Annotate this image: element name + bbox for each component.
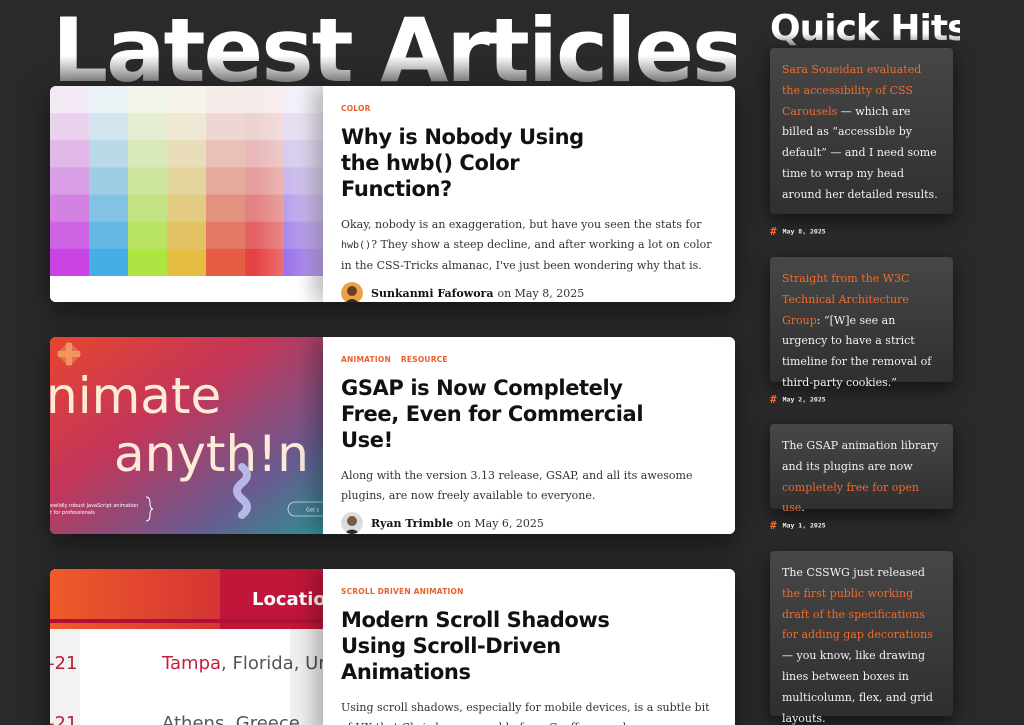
article-byline: Sunkanmi Fafowora on May 8, 2025 [341,282,717,302]
tag-color[interactable]: COLOR [341,104,371,116]
article-body: COLOR Why is Nobody Using the hwb() Colo… [323,86,735,302]
latest-articles-heading: Latest Articles [52,6,736,96]
article-title: Why is Nobody Using the hwb() Color Func… [341,125,584,201]
article-excerpt: Using scroll shadows, especially for mob… [341,701,710,725]
quick-hit-card: The GSAP animation library and its plugi… [770,424,953,514]
author-link[interactable]: Ryan Trimble [371,517,453,530]
article-card: nimate anyth!n ewildly robust JavaScript… [50,337,735,534]
quick-hit-date: # May 2, 2025 [770,393,826,406]
article-thumbnail-scroll-shadows[interactable]: Locatio -21 Tampa, Florida, Ur -21 Athen… [50,569,323,725]
hash-icon[interactable]: # [770,393,777,406]
article-title: GSAP is Now Completely Free, Even for Co… [341,376,644,452]
quick-hit-text: The GSAP animation library and its plugi… [782,439,939,473]
article-thumbnail-color-grid[interactable] [50,86,323,302]
tag-resource[interactable]: RESOURCE [401,355,448,367]
article-excerpt: Okay, nobody is an exaggeration, but hav… [341,218,712,272]
article-byline: Ryan Trimble on May 6, 2025 [341,512,717,534]
gsap-promo-image: nimate anyth!n ewildly robust JavaScript… [50,337,323,534]
article-body: SCROLL DRIVEN ANIMATION Modern Scroll Sh… [323,569,735,725]
author-avatar[interactable] [341,282,363,302]
thumb-text-animate: nimate [50,367,221,425]
hash-icon[interactable]: # [770,519,777,532]
quick-hit-card: Sara Soueidan evaluated the accessibilit… [770,48,953,214]
article-card: COLOR Why is Nobody Using the hwb() Colo… [50,86,735,302]
inline-code: hwb() [341,240,372,251]
svg-text:ewildly robust JavaScript anim: ewildly robust JavaScript animation [50,503,138,509]
article-title-link[interactable]: Why is Nobody Using the hwb() Color Func… [341,124,717,202]
quick-hit-card: Straight from the W3C Technical Architec… [770,257,953,389]
article-date: on May 6, 2025 [457,516,544,530]
quick-hit-date: # May 8, 2025 [770,225,826,238]
quick-hit-text: — which are billed as “accessible by def… [782,104,938,201]
tag-animation[interactable]: ANIMATION [341,355,391,367]
article-date: on May 8, 2025 [497,286,585,300]
color-swatch-grid-image [50,86,323,302]
article-excerpt: Along with the version 3.13 release, GSA… [341,469,693,502]
quick-hit-text: The CSSWG just released [782,566,925,579]
author-link[interactable]: Sunkanmi Fafowora [371,287,493,300]
article-body: ANIMATION RESOURCE GSAP is Now Completel… [323,337,735,534]
quick-hit-date: # May 1, 2025 [770,519,826,532]
thumb-text-anything: anyth!n [114,425,309,483]
tag-scroll-driven-animation[interactable]: SCROLL DRIVEN ANIMATION [341,587,464,599]
quick-hit-link[interactable]: the first public working draft of the sp… [782,587,933,642]
svg-text:t for professionals: t for professionals [50,510,95,516]
article-thumbnail-gsap[interactable]: nimate anyth!n ewildly robust JavaScript… [50,337,323,534]
hash-icon[interactable]: # [770,225,777,238]
svg-text:Get s: Get s [306,508,320,514]
article-title-link[interactable]: GSAP is Now Completely Free, Even for Co… [341,375,717,453]
quick-hit-card: The CSSWG just released the first public… [770,551,953,725]
article-card: Locatio -21 Tampa, Florida, Ur -21 Athen… [50,569,735,725]
article-title: Modern Scroll Shadows Using Scroll-Drive… [341,608,610,684]
quick-hits-heading: Quick Hits [770,8,960,49]
scroll-table-image: Locatio -21 Tampa, Florida, Ur -21 Athen… [50,569,323,725]
svg-text:Locatio: Locatio [252,589,323,610]
article-title-link[interactable]: Modern Scroll Shadows Using Scroll-Drive… [341,607,717,685]
author-avatar[interactable] [341,512,363,534]
svg-text:Athens, Greece: Athens, Greece [162,713,300,725]
